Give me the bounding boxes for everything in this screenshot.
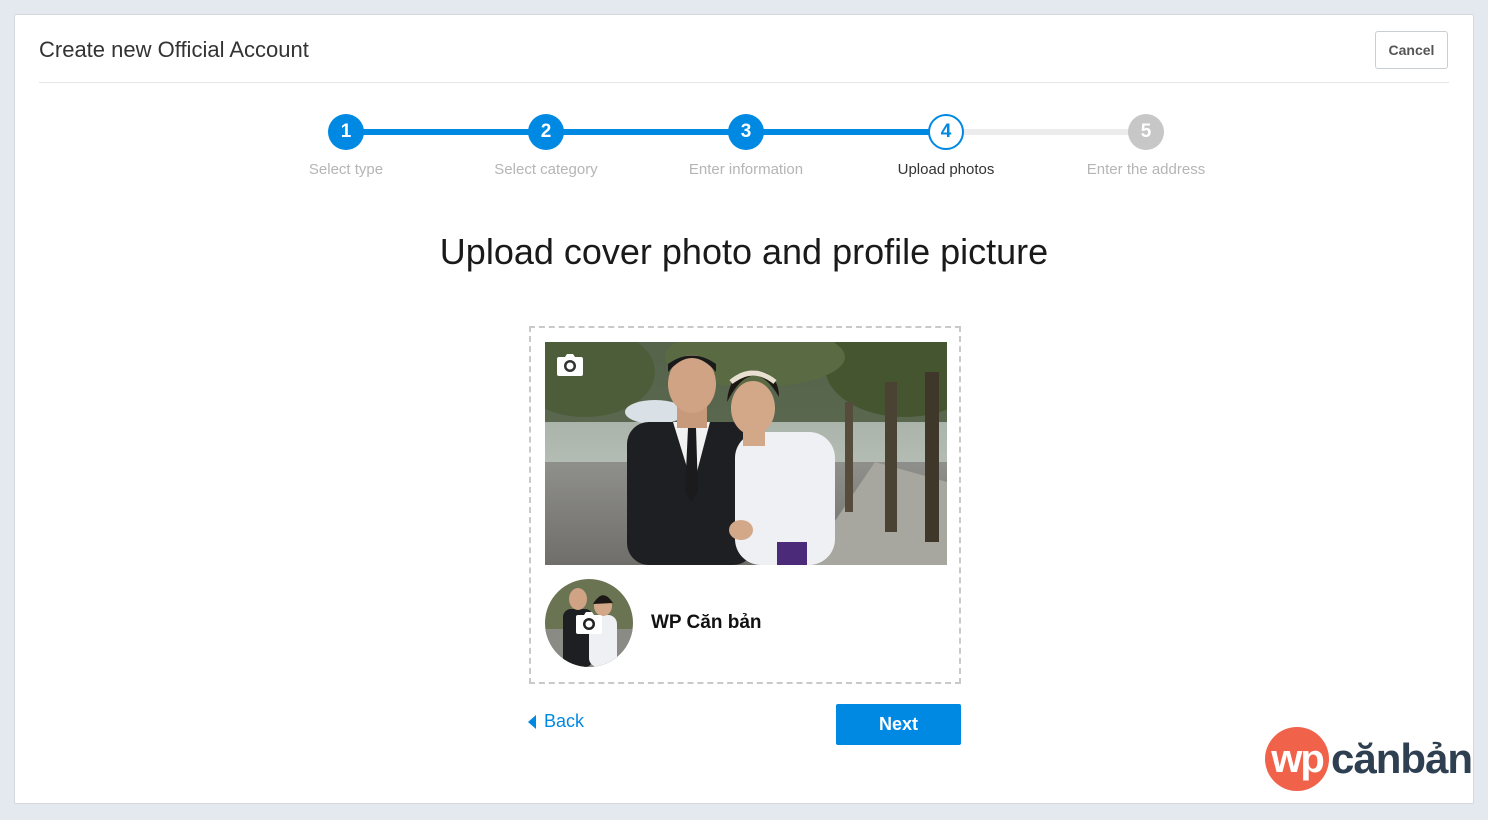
progress-stepper: 1 2 3 4 5 Select type Select category En… — [15, 15, 1473, 215]
step-5-circle: 5 — [1128, 114, 1164, 150]
step-1-circle: 1 — [328, 114, 364, 150]
step-3-label: Enter information — [688, 161, 804, 178]
progress-line-complete — [345, 129, 945, 135]
caret-left-icon — [528, 714, 536, 729]
cover-photo[interactable] — [545, 342, 947, 565]
wpcanban-logo: wp cănbản — [1265, 725, 1473, 795]
step-1-label: Select type — [308, 161, 384, 178]
cover-photo-image — [545, 342, 947, 565]
page-heading: Upload cover photo and profile picture — [439, 231, 1049, 272]
photo-upload-area: WP Căn bản — [529, 326, 961, 684]
create-account-dialog: Create new Official Account Cancel 1 2 3… — [14, 14, 1474, 804]
back-link[interactable]: Back — [528, 711, 584, 732]
profile-picture[interactable] — [545, 579, 633, 667]
camera-icon — [557, 354, 583, 376]
back-label: Back — [544, 711, 585, 731]
camera-icon — [576, 612, 602, 634]
progress-line-remaining — [945, 129, 1145, 135]
step-4-circle: 4 — [928, 114, 964, 150]
step-3-circle: 3 — [728, 114, 764, 150]
logo-text: cănbản — [1331, 735, 1473, 782]
step-2-label: Select category — [494, 161, 598, 178]
logo-mark: wp — [1265, 727, 1329, 791]
page-name: WP Căn bản — [651, 612, 762, 633]
step-2-circle: 2 — [528, 114, 564, 150]
next-button[interactable]: Next — [836, 704, 961, 745]
step-5-label: Enter the address — [1086, 161, 1206, 178]
step-4-label: Upload photos — [897, 161, 995, 178]
